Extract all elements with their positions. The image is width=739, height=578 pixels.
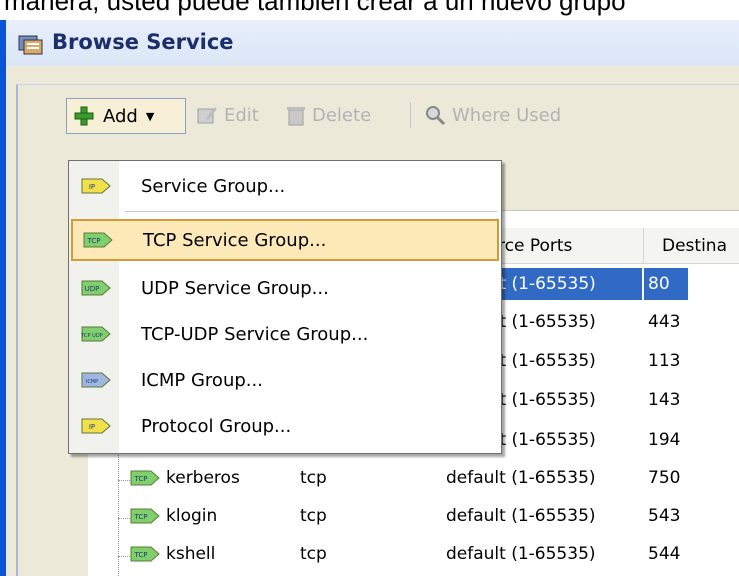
column-header-source-ports[interactable]: rce Ports xyxy=(490,228,644,264)
source-ports: ılt (1-65535) xyxy=(490,312,596,332)
svg-text:TCP: TCP xyxy=(134,551,148,559)
tcp-icon: TCP xyxy=(130,508,160,524)
menu-item-label: ICMP Group... xyxy=(141,369,263,391)
menu-item-label: Protocol Group... xyxy=(141,415,292,437)
source-ports: ılt (1-65535) xyxy=(490,430,596,450)
menu-item-protocol-group[interactable]: IP Protocol Group... xyxy=(71,405,499,447)
delete-label: Delete xyxy=(312,104,372,126)
tcp-badge-icon: TCP xyxy=(130,462,160,494)
protocol-badge-icon: ICMP xyxy=(81,371,111,389)
menu-item-label: UDP Service Group... xyxy=(141,277,329,299)
window-title: Browse Service xyxy=(52,30,234,54)
toolbar: Add ▼ Edit Delete Where Used xyxy=(58,96,738,140)
menu-item-tcp-udp-service-group[interactable]: TCP UDP TCP-UDP Service Group... xyxy=(71,313,499,355)
svg-text:IP: IP xyxy=(89,423,95,431)
menu-item-icmp-group[interactable]: ICMP ICMP Group... xyxy=(71,359,499,401)
column-header-destination[interactable]: Destina xyxy=(644,228,739,264)
destination-port: 80 xyxy=(644,268,688,300)
source-ports: ılt (1-65535) xyxy=(490,351,596,371)
where-used-label: Where Used xyxy=(452,104,562,126)
add-label: Add xyxy=(103,105,138,127)
source-ports: ılt (1-65535) xyxy=(490,390,596,410)
svg-text:IP: IP xyxy=(89,183,95,191)
chevron-down-icon: ▼ xyxy=(145,109,155,123)
badge-icmp-icon: ICMP xyxy=(81,372,111,388)
table-row[interactable]: TCP kshell tcp default (1-65535) 544 xyxy=(88,538,739,578)
svg-text:TCP UDP: TCP UDP xyxy=(81,333,103,339)
svg-text:TCP: TCP xyxy=(134,513,148,521)
svg-text:UDP: UDP xyxy=(85,285,100,293)
tcp-badge-icon: TCP xyxy=(130,538,160,570)
title-bar[interactable]: Browse Service xyxy=(6,20,739,66)
plus-icon xyxy=(74,106,94,126)
destination-port: 113 xyxy=(648,351,681,371)
svg-text:TCP: TCP xyxy=(87,237,101,245)
magnifier-icon xyxy=(426,106,446,126)
tcp-icon: TCP xyxy=(130,546,160,562)
destination-port: 750 xyxy=(648,468,681,488)
protocol-badge-icon: IP xyxy=(81,177,111,195)
service-name: kerberos xyxy=(166,468,240,488)
add-dropdown-menu: IP Service Group... TCP TCP Service Group..… xyxy=(68,160,502,454)
menu-item-label: TCP-UDP Service Group... xyxy=(141,323,369,345)
edit-icon xyxy=(197,107,217,124)
edit-label: Edit xyxy=(224,104,259,126)
menu-item-label: Service Group... xyxy=(141,175,286,197)
delete-button[interactable]: Delete xyxy=(286,98,371,132)
service-protocol: tcp xyxy=(300,468,327,488)
menu-item-udp-service-group[interactable]: UDP UDP Service Group... xyxy=(71,267,499,309)
source-ports: default (1-65535) xyxy=(446,544,596,564)
service-name: klogin xyxy=(166,506,218,526)
source-ports: default (1-65535) xyxy=(446,468,596,488)
badge-tcp-udp-icon: TCP UDP xyxy=(80,326,111,342)
tree-connector xyxy=(118,480,130,481)
add-button[interactable]: Add ▼ xyxy=(66,98,186,134)
menu-separator xyxy=(125,211,497,212)
service-name: kshell xyxy=(166,544,216,564)
protocol-badge-icon: UDP xyxy=(81,279,111,297)
protocol-badge-icon: TCP UDP xyxy=(80,325,111,343)
source-ports: ılt (1-65535) xyxy=(490,268,642,300)
badge-udp-icon: UDP xyxy=(81,280,111,296)
destination-port: 443 xyxy=(648,312,681,332)
menu-item-label: TCP Service Group... xyxy=(143,229,327,251)
protocol-badge-icon: TCP xyxy=(83,231,113,249)
tcp-icon: TCP xyxy=(130,470,160,486)
service-protocol: tcp xyxy=(300,544,327,564)
table-row[interactable]: TCP klogin tcp default (1-65535) 543 xyxy=(88,500,739,540)
badge-tcp-icon: TCP xyxy=(83,232,113,248)
table-row[interactable]: TCP kerberos tcp default (1-65535) 750 xyxy=(88,462,739,502)
badge-ip-icon: IP xyxy=(81,418,111,434)
svg-text:ICMP: ICMP xyxy=(86,379,98,385)
service-protocol: tcp xyxy=(300,506,327,526)
destination-port: 194 xyxy=(648,430,681,450)
tcp-badge-icon: TCP xyxy=(130,500,160,532)
tree-connector xyxy=(118,556,130,557)
trash-icon xyxy=(287,107,305,126)
toolbar-separator xyxy=(410,102,411,128)
destination-port: 543 xyxy=(648,506,681,526)
destination-port: 544 xyxy=(648,544,681,564)
destination-port: 143 xyxy=(648,390,681,410)
where-used-button[interactable]: Where Used xyxy=(424,98,561,132)
edit-button[interactable]: Edit xyxy=(196,98,259,132)
service-window-icon xyxy=(18,35,43,55)
svg-text:TCP: TCP xyxy=(134,475,148,483)
caption-text: manera, usted puede también crear a un n… xyxy=(4,0,626,16)
badge-ip-icon: IP xyxy=(81,178,111,194)
menu-item-tcp-service-group[interactable]: TCP TCP Service Group... xyxy=(71,219,499,261)
protocol-badge-icon: IP xyxy=(81,417,111,435)
tree-connector xyxy=(118,518,130,519)
menu-item-service-group[interactable]: IP Service Group... xyxy=(71,165,499,207)
tree-line xyxy=(118,450,119,576)
source-ports: default (1-65535) xyxy=(446,506,596,526)
